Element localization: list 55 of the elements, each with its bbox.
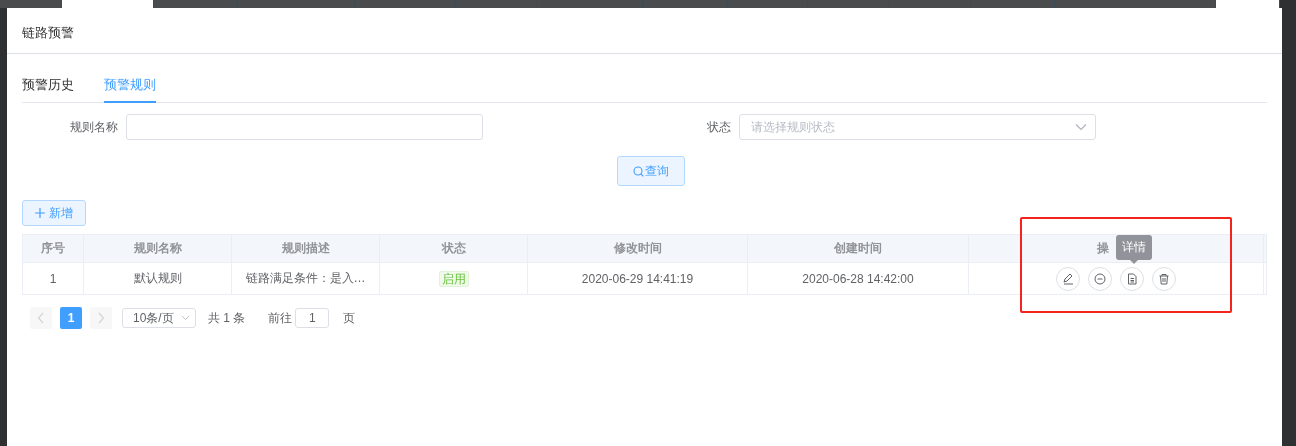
window-tab[interactable] <box>972 0 1055 8</box>
window-tab[interactable] <box>1216 0 1280 8</box>
column-header: 序号 <box>23 235 84 262</box>
chevron-right-icon <box>97 312 105 324</box>
window-tab[interactable] <box>154 0 237 8</box>
table-cell: 1 <box>23 263 84 294</box>
window-tab[interactable] <box>643 0 727 8</box>
table-cell: 2020-06-28 14:42:00 <box>748 263 969 294</box>
edit-button[interactable] <box>1056 266 1080 291</box>
search-button[interactable]: 查询 <box>616 156 685 186</box>
add-button[interactable]: 新增 <box>22 200 86 226</box>
delete-button[interactable] <box>1152 266 1176 291</box>
table-cell: 2020-06-29 14:41:19 <box>528 263 748 294</box>
pencil-icon <box>1062 272 1074 285</box>
window-tab[interactable] <box>455 0 538 8</box>
window-tab[interactable] <box>237 0 355 8</box>
dialog-title: 链路预警 <box>7 8 1282 54</box>
window-tab[interactable] <box>538 0 643 8</box>
field-label: 状态 <box>706 118 732 136</box>
table-cell: 链路满足条件：是入… <box>232 263 380 294</box>
window-tab[interactable] <box>62 0 154 8</box>
table-cell: 默认规则 <box>84 263 232 294</box>
chevron-left-icon <box>37 312 45 324</box>
search-icon <box>632 165 644 177</box>
plus-icon <box>35 208 45 218</box>
field-label: 规则名称 <box>69 118 119 136</box>
window-tab[interactable] <box>808 0 890 8</box>
minus-circle-icon <box>1094 272 1106 285</box>
page-button[interactable]: 1 <box>60 307 82 329</box>
goto-label: 前往 <box>268 309 293 327</box>
total-count: 共 1 条 <box>208 309 246 327</box>
column-header: 规则描述 <box>232 235 380 262</box>
window-tab[interactable] <box>0 0 62 8</box>
disable-button[interactable] <box>1088 266 1112 291</box>
status-tag: 启用 <box>438 270 469 287</box>
detail-button[interactable] <box>1120 266 1144 291</box>
trash-icon <box>1158 272 1170 285</box>
document-icon <box>1126 272 1138 285</box>
tab[interactable]: 预警规则 <box>104 74 156 103</box>
column-header: 修改时间 <box>528 235 748 262</box>
chevron-down-icon <box>1075 123 1087 131</box>
chevron-down-icon <box>181 315 190 321</box>
window-tab[interactable] <box>890 0 972 8</box>
window-tab[interactable] <box>1055 0 1216 8</box>
column-header: 创建时间 <box>748 235 969 262</box>
column-header: 状态 <box>380 235 528 262</box>
select-field[interactable]: 请选择规则状态 <box>739 114 1096 140</box>
tab[interactable]: 预警历史 <box>22 74 74 103</box>
page-input[interactable]: 1 <box>295 308 330 328</box>
window-tab[interactable] <box>355 0 455 8</box>
page-suffix: 页 <box>343 309 356 327</box>
window-tab[interactable] <box>727 0 808 8</box>
page-size-select[interactable]: 10条/页 <box>122 308 196 328</box>
column-header: 规则名称 <box>84 235 232 262</box>
input-field[interactable] <box>126 114 483 140</box>
